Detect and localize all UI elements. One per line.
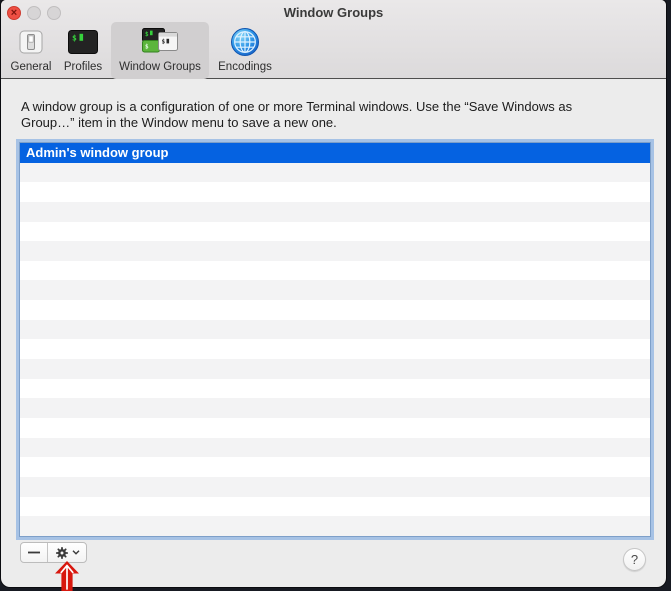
description-line-2: Group…” item in the Window menu to save … [21, 115, 337, 130]
gear-icon [55, 546, 68, 559]
svg-text:$: $ [145, 31, 149, 38]
action-menu-button[interactable] [48, 543, 86, 562]
list-item[interactable] [20, 359, 650, 379]
globe-icon [230, 25, 260, 59]
tab-window-groups-label: Window Groups [119, 61, 201, 73]
list-item[interactable] [20, 280, 650, 301]
help-label: ? [630, 552, 639, 567]
tab-encodings[interactable]: Encodings [213, 22, 277, 79]
description-line-1: A window group is a configuration of one… [21, 99, 573, 114]
list-item[interactable] [20, 182, 650, 202]
terminal-window-icon: $ [68, 25, 98, 59]
light-switch-icon [19, 25, 43, 59]
svg-text:$: $ [72, 34, 77, 43]
list-item[interactable] [20, 437, 650, 458]
tab-encodings-label: Encodings [218, 61, 272, 73]
window-groups-list[interactable]: Admin's window group [19, 142, 651, 537]
remove-group-button[interactable] [21, 543, 48, 562]
list-item[interactable] [20, 319, 650, 340]
list-item[interactable] [20, 162, 650, 183]
list-item[interactable] [20, 418, 650, 438]
list-item[interactable] [20, 339, 650, 359]
description-text: A window group is a configuration of one… [21, 99, 636, 131]
list-item[interactable] [20, 516, 650, 536]
tab-window-groups[interactable]: $ $ $ Window Groups [111, 22, 209, 79]
list-item[interactable] [20, 398, 650, 418]
svg-text:$: $ [145, 44, 149, 51]
tab-general[interactable]: General [7, 22, 55, 79]
tab-general-label: General [10, 61, 52, 73]
list-edit-buttons [20, 542, 87, 563]
tab-profiles-label: Profiles [63, 61, 103, 73]
list-item[interactable] [20, 300, 650, 320]
list-item[interactable] [20, 241, 650, 261]
toolbar: General $ Profiles $ $ $ Window Groups E… [7, 22, 277, 79]
list-item[interactable] [20, 497, 650, 517]
list-item[interactable]: Admin's window group [20, 143, 650, 163]
list-item[interactable] [20, 261, 650, 281]
svg-text:$: $ [162, 39, 166, 46]
red-arrow-up-annotation [55, 561, 79, 591]
tab-profiles[interactable]: $ Profiles [59, 22, 107, 79]
list-item[interactable] [20, 379, 650, 399]
minus-icon [28, 551, 40, 554]
help-button[interactable]: ? [623, 548, 646, 571]
preferences-window: × Window Groups General $ Profiles $ $ $… [1, 0, 666, 587]
list-item[interactable] [20, 222, 650, 242]
list-item[interactable] [20, 457, 650, 477]
terminal-windows-group-icon: $ $ $ [141, 25, 179, 59]
list-item[interactable] [20, 476, 650, 497]
chevron-down-icon [72, 550, 79, 555]
list-item[interactable] [20, 201, 650, 222]
window-header: × Window Groups General $ Profiles $ $ $… [1, 0, 666, 79]
